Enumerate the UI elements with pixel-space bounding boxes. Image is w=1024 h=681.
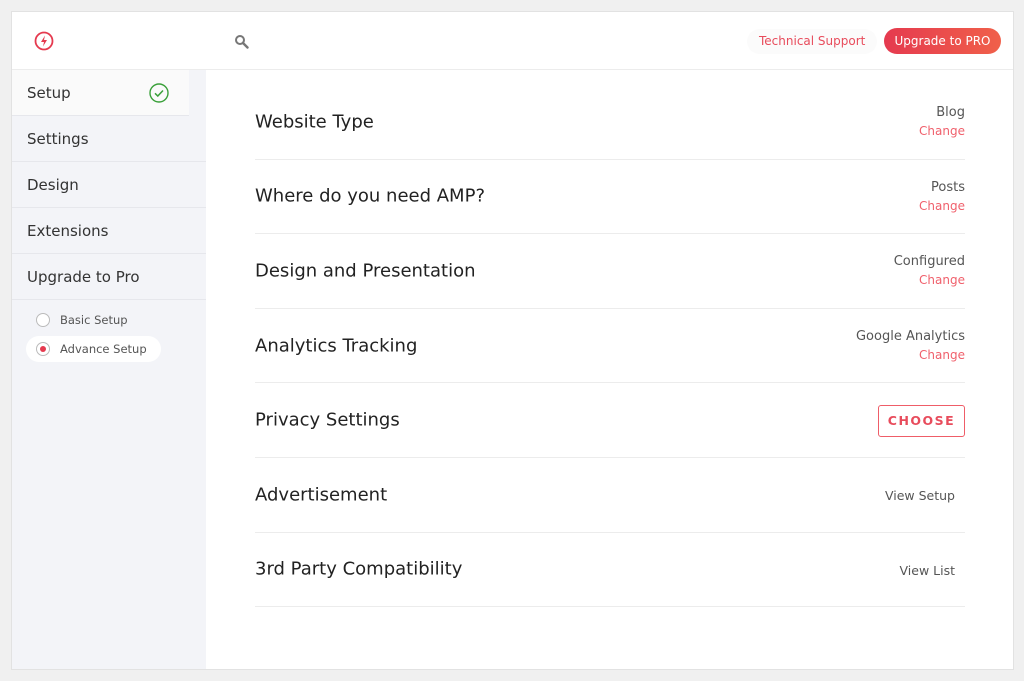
row-amp-location: Where do you need AMP? Posts Change <box>255 160 965 235</box>
radio-button-selected[interactable] <box>36 342 50 356</box>
sidebar-item-extensions[interactable]: Extensions <box>12 208 206 254</box>
change-link[interactable]: Change <box>919 348 965 362</box>
row-title: Where do you need AMP? <box>255 185 485 207</box>
row-title: Website Type <box>255 111 374 133</box>
sidebar-item-upgrade-to-pro[interactable]: Upgrade to Pro <box>12 254 206 300</box>
row-website-type: Website Type Blog Change <box>255 85 965 160</box>
option-label: Basic Setup <box>60 313 128 327</box>
row-value: Configured <box>893 254 965 270</box>
option-label: Advance Setup <box>60 342 147 356</box>
row-value: Posts <box>931 179 965 195</box>
row-advertisement: Advertisement View Setup <box>255 458 965 533</box>
check-circle-icon <box>149 83 169 103</box>
sidebar-item-settings[interactable]: Settings <box>12 116 206 162</box>
row-title: Privacy Settings <box>255 409 400 431</box>
row-3rd-party: 3rd Party Compatibility View List <box>255 533 965 608</box>
choose-button[interactable]: CHOOSE <box>878 405 965 438</box>
change-link[interactable]: Change <box>919 199 965 213</box>
upgrade-to-pro-button[interactable]: Upgrade to PRO <box>884 28 1001 54</box>
radio-button[interactable] <box>36 313 50 327</box>
row-value: Google Analytics <box>855 328 965 344</box>
row-title: Design and Presentation <box>255 260 476 282</box>
view-setup-link[interactable]: View Setup <box>885 488 955 503</box>
header: Technical Support Upgrade to PRO <box>12 12 1013 70</box>
row-privacy: Privacy Settings CHOOSE <box>255 383 965 458</box>
sidebar: Setup Settings Design Extensions Upgrade… <box>12 70 206 669</box>
app-window: Technical Support Upgrade to PRO Setup S… <box>11 11 1014 670</box>
advance-setup-option[interactable]: Advance Setup <box>26 336 161 362</box>
row-title: Analytics Tracking <box>255 335 418 357</box>
row-title: Advertisement <box>255 484 388 506</box>
basic-setup-option[interactable]: Basic Setup <box>26 307 161 333</box>
change-link[interactable]: Change <box>919 124 965 138</box>
row-design-presentation: Design and Presentation Configured Change <box>255 234 965 309</box>
view-list-link[interactable]: View List <box>900 563 956 578</box>
row-title: 3rd Party Compatibility <box>255 558 463 580</box>
amp-bolt-logo-icon[interactable] <box>34 31 54 51</box>
sidebar-item-label: Setup <box>27 84 71 102</box>
row-analytics: Analytics Tracking Google Analytics Change <box>255 309 965 384</box>
search-icon[interactable] <box>234 34 249 49</box>
sidebar-item-setup[interactable]: Setup <box>12 70 189 116</box>
change-link[interactable]: Change <box>919 273 965 287</box>
sidebar-item-design[interactable]: Design <box>12 162 206 208</box>
setup-list: Website Type Blog Change Where do you need… <box>255 85 965 608</box>
row-value: Blog <box>936 105 965 120</box>
technical-support-link[interactable]: Technical Support <box>747 29 878 54</box>
